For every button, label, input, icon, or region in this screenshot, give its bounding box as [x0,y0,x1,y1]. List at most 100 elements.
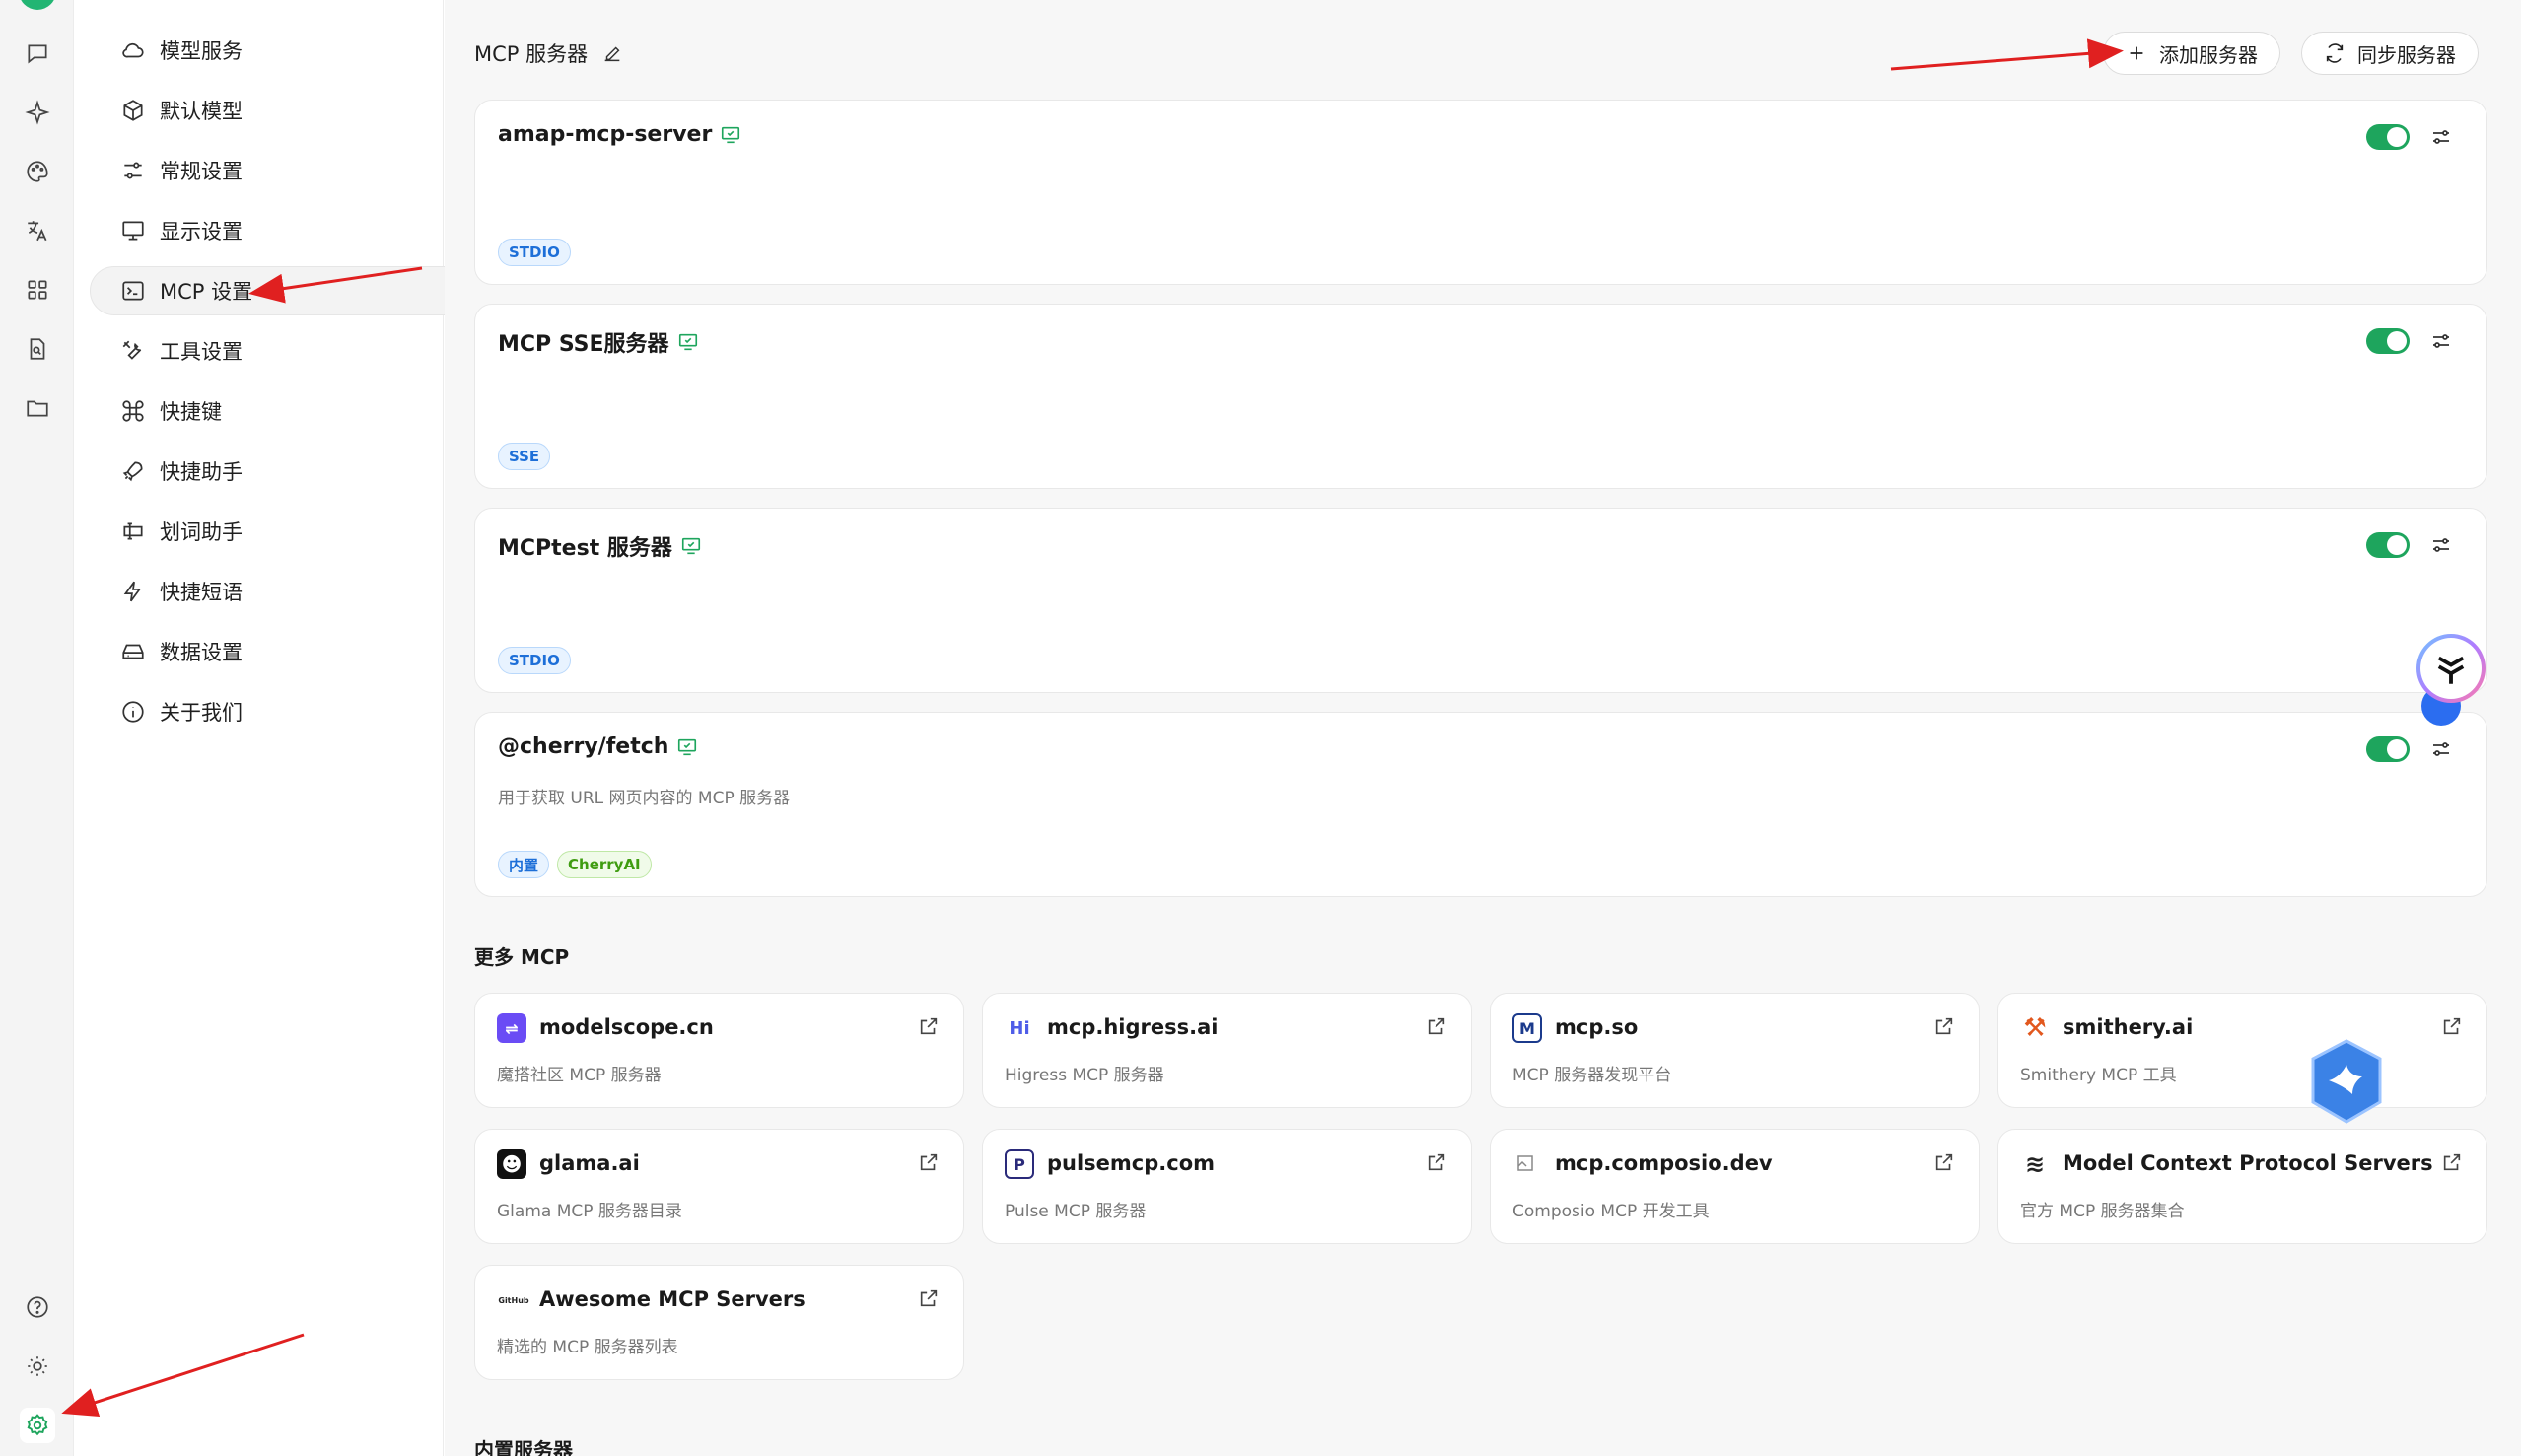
external-link-icon[interactable] [1426,1015,1447,1037]
menu-item-label: 常规设置 [160,160,243,183]
enable-toggle[interactable] [2366,532,2410,558]
palette-icon[interactable] [20,154,55,189]
menu-item-mcp[interactable]: MCP 设置 [90,266,504,315]
link-card-mcpso[interactable]: M mcp.so MCP 服务器发现平台 [1490,993,1980,1108]
link-description: Composio MCP 开发工具 [1512,1202,1710,1221]
external-link-icon[interactable] [1933,1015,1955,1037]
enable-toggle[interactable] [2366,328,2410,354]
add-server-button[interactable]: 添加服务器 [2103,32,2280,75]
bird-shield-icon[interactable] [2307,1037,2386,1126]
menu-item-selection-assistant[interactable]: 划词助手 [91,507,503,556]
smithery-logo: ⚒ [2020,1013,2050,1043]
server-description: 用于获取 URL 网页内容的 MCP 服务器 [498,789,791,808]
enable-toggle[interactable] [2366,124,2410,150]
page-header: MCP 服务器 [474,35,623,71]
settings-icon[interactable] [20,1408,55,1443]
sliders-icon[interactable] [2429,737,2453,761]
external-link-icon[interactable] [918,1015,940,1037]
menu-item-quick-phrases[interactable]: 快捷短语 [91,567,503,616]
builtin-tag: 内置 [498,851,550,878]
menu-item-shortcuts[interactable]: 快捷键 [91,386,503,436]
link-card-awesome-mcp[interactable]: GitHub Awesome MCP Servers 精选的 MCP 服务器列表 [474,1265,964,1380]
tag-row: STDIO [498,239,571,266]
server-card[interactable]: @cherry/fetch 用于获取 URL 网页内容的 MCP 服务器 内置 … [474,712,2487,897]
theme-icon[interactable] [20,1349,55,1384]
link-card-composio[interactable]: mcp.composio.dev Composio MCP 开发工具 [1490,1129,1980,1244]
apps-icon[interactable] [20,272,55,308]
link-card-glama[interactable]: ☻ glama.ai Glama MCP 服务器目录 [474,1129,964,1244]
link-card-modelscope[interactable]: ⇌ modelscope.cn 魔搭社区 MCP 服务器 [474,993,964,1108]
rocket-icon [122,461,143,482]
external-link-icon[interactable] [918,1151,940,1173]
external-link-icon[interactable] [2441,1151,2463,1173]
link-card-mcp-official[interactable]: ≋ Model Context Protocol Servers 官方 MCP … [1997,1129,2487,1244]
menu-item-model-service[interactable]: 模型服务 [91,26,503,75]
link-description: 官方 MCP 服务器集合 [2020,1202,2185,1221]
avatar[interactable] [19,0,56,10]
menu-item-tools[interactable]: 工具设置 [91,326,503,376]
link-description: Glama MCP 服务器目录 [497,1202,682,1221]
tag-row: STDIO [498,647,571,674]
link-card-higress[interactable]: Hi mcp.higress.ai Higress MCP 服务器 [982,993,1472,1108]
zap-icon [123,581,142,602]
menu-item-default-model[interactable]: 默认模型 [91,86,503,135]
assistant-logo-icon [2437,656,2465,684]
menu-item-label: 快捷键 [160,400,222,424]
menu-item-label: MCP 设置 [160,280,253,304]
menu-item-label: 工具设置 [160,340,243,364]
cloud-icon [122,42,144,58]
server-card[interactable]: amap-mcp-server STDIO [474,100,2487,285]
server-card[interactable]: MCPtest 服务器 STDIO [474,508,2487,693]
monitor-check-icon [681,537,700,555]
mcpso-logo: M [1512,1013,1542,1043]
link-title: mcp.composio.dev [1555,1151,1773,1175]
builtin-servers-title: 内置服务器 [474,1438,573,1456]
floating-assistant-button[interactable] [2416,634,2486,703]
server-card[interactable]: MCP SSE服务器 SSE [474,304,2487,489]
translate-icon[interactable] [20,213,55,248]
enable-toggle[interactable] [2366,736,2410,762]
folder-icon[interactable] [20,390,55,426]
link-card-smithery[interactable]: ⚒ smithery.ai Smithery MCP 工具 [1997,993,2487,1108]
external-link-icon[interactable] [1426,1151,1447,1173]
higress-logo: Hi [1005,1013,1034,1043]
more-mcp-title: 更多 MCP [474,945,570,969]
type-tag: STDIO [498,647,571,674]
link-description: 精选的 MCP 服务器列表 [497,1338,678,1357]
menu-item-label: 模型服务 [160,39,243,63]
link-description: Higress MCP 服务器 [1005,1066,1164,1085]
sync-server-button[interactable]: 同步服务器 [2301,32,2479,75]
menu-item-quick-assistant[interactable]: 快捷助手 [91,447,503,496]
github-logo: GitHub [497,1285,530,1315]
chat-icon[interactable] [20,35,55,71]
add-server-label: 添加服务器 [2159,42,2258,67]
link-title: Awesome MCP Servers [539,1287,805,1311]
monitor-check-icon [678,738,697,755]
monitor-icon [122,221,144,241]
text-select-icon [123,522,143,540]
link-card-pulsemcp[interactable]: P pulsemcp.com Pulse MCP 服务器 [982,1129,1472,1244]
sliders-icon[interactable] [2429,125,2453,149]
link-description: Pulse MCP 服务器 [1005,1202,1147,1221]
edit-icon[interactable] [601,42,623,64]
server-name: MCP SSE服务器 [498,326,699,358]
help-icon[interactable] [20,1289,55,1325]
menu-item-label: 快捷助手 [160,460,243,484]
plus-icon [2130,46,2143,60]
sliders-icon[interactable] [2429,533,2453,557]
external-link-icon[interactable] [918,1287,940,1309]
menu-item-general[interactable]: 常规设置 [91,146,503,195]
tag-row: SSE [498,443,551,470]
menu-item-display[interactable]: 显示设置 [91,206,503,255]
menu-item-label: 快捷短语 [160,581,243,604]
sparkle-icon[interactable] [20,95,55,130]
doc-search-icon[interactable] [20,331,55,367]
menu-item-data[interactable]: 数据设置 [91,627,503,676]
external-link-icon[interactable] [2441,1015,2463,1037]
menu-item-label: 显示设置 [160,220,243,243]
external-link-icon[interactable] [1933,1151,1955,1173]
sliders-icon[interactable] [2429,329,2453,353]
server-name: @cherry/fetch [498,734,698,759]
menu-item-about[interactable]: 关于我们 [91,687,503,736]
glama-logo: ☻ [497,1149,526,1179]
